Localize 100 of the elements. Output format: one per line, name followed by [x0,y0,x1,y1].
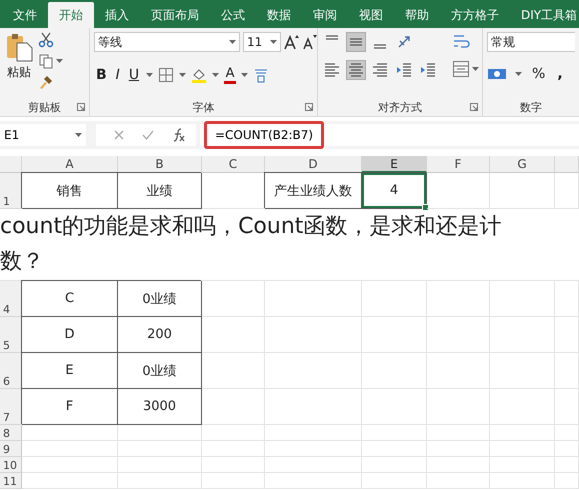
merge-cells-icon[interactable] [452,60,470,78]
highlighted-formula[interactable]: =COUNT(B2:B7) [204,121,324,149]
bold-button[interactable]: B [94,67,109,83]
name-box[interactable]: E1 [0,124,86,146]
row-header[interactable]: 9 [0,441,22,457]
dropdown-icon[interactable] [229,40,236,44]
row-header[interactable]: 6 [0,353,22,389]
column-header[interactable]: B [118,156,202,173]
row-header[interactable]: 10 [0,457,22,473]
table-cell: 0业绩 [118,353,202,389]
lines-icon [420,61,436,79]
dropdown-icon[interactable] [179,73,186,77]
grid-cell [427,353,490,389]
clipboard-icon [4,32,34,62]
column-header[interactable]: G [490,156,555,173]
grid-cell [555,425,579,441]
dialog-launcher-icon[interactable] [470,103,478,111]
grid-cell [490,389,555,425]
grid-cell [362,441,427,457]
grow-font-icon[interactable] [284,34,300,50]
menu-tab[interactable]: 插入 [94,2,140,28]
dialog-launcher-icon[interactable] [77,103,85,111]
phonetic-icon[interactable] [253,67,270,83]
dropdown-icon[interactable] [270,40,277,44]
grid-cell [427,425,490,441]
copy-icon[interactable] [38,53,54,69]
font-name-select[interactable]: 等线 [94,32,240,52]
grid-cell [555,317,579,353]
dropdown-icon[interactable] [75,133,82,137]
column-header[interactable]: D [265,156,362,173]
table-cell: C [22,281,118,317]
comma-button[interactable]: , [555,66,565,82]
row-header[interactable]: 7 [0,389,22,425]
function-icon[interactable] [172,128,186,142]
percent-button[interactable]: % [530,66,548,82]
group-label: 数字 [520,100,542,114]
row-header[interactable]: 8 [0,425,22,441]
grid-cell [490,473,555,489]
dropdown-icon[interactable] [212,73,220,77]
table-cell: 3000 [118,389,202,425]
menu-tab[interactable]: 页面布局 [140,2,210,28]
align-center-button[interactable] [346,60,366,80]
paste-button[interactable]: 粘贴 [4,32,34,98]
column-header[interactable]: E [362,156,427,173]
check-icon[interactable] [142,130,154,140]
font-size-select[interactable]: 11 [243,32,281,52]
currency-icon[interactable] [487,66,507,82]
grid-cell [555,441,579,457]
table-cell: 0业绩 [118,281,202,317]
grid-cell [555,473,579,489]
grid-cell [427,457,490,473]
align-middle-button[interactable] [346,32,366,52]
italic-button[interactable]: I [114,67,122,83]
fill-bucket-icon[interactable] [191,67,208,83]
row-header[interactable]: 11 [0,473,22,489]
grid-cell [202,389,265,425]
column-header[interactable]: A [22,156,118,173]
dropdown-icon[interactable] [56,59,63,63]
menu-tab[interactable]: 公式 [210,2,256,28]
dropdown-icon[interactable] [241,73,248,77]
table-cell: E [22,353,118,389]
dialog-launcher-icon[interactable] [305,103,313,111]
grid-cell [490,425,555,441]
format-painter-icon[interactable] [38,74,54,90]
grid-cell [427,441,490,457]
menu-tab[interactable]: 帮助 [394,2,440,28]
lines-icon [324,61,340,79]
menu-tab[interactable]: 方方格子 [440,2,510,28]
row-header[interactable]: 1 [0,173,22,209]
lines-icon [372,44,388,50]
grid-cell [427,317,490,353]
row-header[interactable]: 4 [0,281,22,317]
menu-tab[interactable]: 文件 [2,2,48,28]
column-header[interactable]: C [202,156,265,173]
dropdown-icon[interactable] [472,67,479,71]
grid-cell [362,389,427,425]
scissors-icon[interactable] [38,32,54,48]
column-header[interactable]: F [427,156,490,173]
grid-cell [362,317,427,353]
row-header[interactable]: 5 [0,317,22,353]
menu-tab[interactable]: 数据 [256,2,302,28]
menu-tab[interactable]: 视图 [348,2,394,28]
shrink-font-icon[interactable] [303,34,317,50]
menu-tab[interactable]: DIY工具箱 [510,2,579,28]
borders-icon[interactable] [158,67,174,83]
lines-icon [348,61,364,79]
table-cell: D [22,317,118,353]
dropdown-icon[interactable] [146,73,154,77]
menu-tab[interactable]: 开始 [48,2,94,28]
underline-button[interactable]: U [126,67,142,83]
grid-cell [362,425,427,441]
font-color-button[interactable]: A [224,66,236,84]
table-cell: 200 [118,317,202,353]
lines-icon [324,34,340,40]
lines-icon [396,61,412,79]
menu-tab[interactable]: 审阅 [302,2,348,28]
grid-cell [490,353,555,389]
dropdown-icon[interactable] [515,72,522,76]
grid-cell [202,353,265,389]
number-format-select[interactable]: 常规 [487,32,575,52]
